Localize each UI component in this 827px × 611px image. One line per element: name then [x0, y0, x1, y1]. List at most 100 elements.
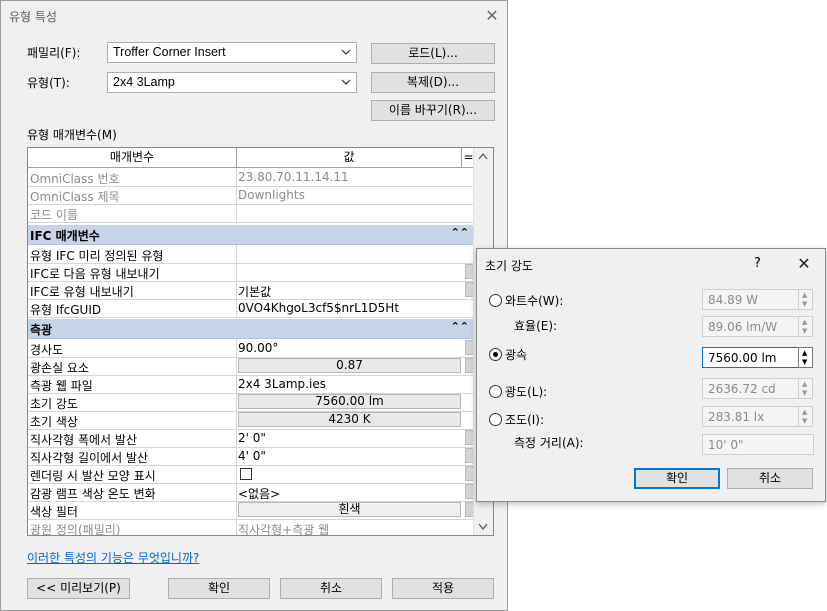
close-icon[interactable]: ✕ [793, 254, 815, 274]
efficacy-value: 89.06 lm/W [708, 320, 778, 334]
table-row[interactable]: 초기 색상 4230 K [28, 411, 475, 430]
dialog-title: 유형 특성 [9, 10, 57, 24]
parameters-table: 매개변수 값 = OmniClass 번호 23.80.70.11.14.11 … [27, 147, 494, 536]
efficacy-field: 89.06 lm/W [702, 316, 799, 337]
intensity-label: 광도(L): [505, 385, 548, 399]
param-name: OmniClass 번호 [30, 172, 120, 186]
duplicate-button[interactable]: 복제(D)... [371, 72, 495, 93]
table-row[interactable]: 측광 웹 파일 2x4 3Lamp.ies [28, 375, 475, 394]
param-name: 광손실 요소 [30, 361, 90, 375]
scroll-up-icon[interactable] [478, 152, 488, 160]
table-row[interactable]: OmniClass 제목 Downlights [28, 186, 475, 205]
type-label: 유형(T): [27, 76, 70, 90]
param-name: 유형 IfcGUID [30, 303, 102, 317]
param-name: 광원 정의(패밀리) [30, 523, 121, 536]
initial-color-button[interactable]: 4230 K [238, 412, 461, 427]
close-icon[interactable]: ✕ [481, 6, 503, 26]
table-row[interactable]: 광손실 요소 0.87 [28, 357, 475, 376]
initial-intensity-button[interactable]: 7560.00 lm [238, 394, 461, 409]
cancel-button[interactable]: 취소 [280, 578, 382, 599]
param-value: Downlights [238, 188, 305, 202]
param-name: 초기 색상 [30, 415, 78, 429]
show-shape-checkbox[interactable] [240, 468, 252, 480]
param-name: 색상 필터 [30, 505, 78, 519]
efficacy-spinner: ▲ ▼ [798, 316, 813, 337]
header-value[interactable]: 값 [237, 148, 462, 168]
param-name: IFC로 다음 유형 내보내기 [30, 267, 160, 281]
load-button[interactable]: 로드(L)... [371, 43, 495, 64]
table-row[interactable]: 유형 IFC 미리 정의된 유형 [28, 245, 475, 264]
light-loss-factor-button[interactable]: 0.87 [238, 358, 461, 373]
table-row[interactable]: 초기 강도 7560.00 lm [28, 393, 475, 412]
group-title: 측광 [30, 323, 53, 337]
param-name: 초기 강도 [30, 397, 78, 411]
family-label: 패밀리(F): [27, 46, 81, 60]
group-header-ifc[interactable]: IFC 매개변수 ⌃⌃ [28, 225, 475, 245]
illuminance-radio[interactable] [489, 413, 502, 426]
group-header-photometric[interactable]: 측광 ⌃⌃ [28, 319, 475, 339]
type-dropdown[interactable]: 2x4 3Lamp [107, 72, 357, 93]
cancel-button[interactable]: 취소 [727, 468, 813, 489]
distance-value: 10' 0" [708, 438, 744, 452]
flux-input[interactable]: 7560.00 lm [702, 347, 799, 368]
table-row[interactable]: 유형 IfcGUID 0VO4KhgoL3cf5$nrL1D5Ht [28, 299, 475, 318]
header-parameter[interactable]: 매개변수 [28, 148, 237, 168]
param-name: 유형 IFC 미리 정의된 유형 [30, 249, 164, 263]
type-value: 2x4 3Lamp [113, 75, 175, 89]
apply-button[interactable]: 적용 [392, 578, 494, 599]
param-value: 90.00° [238, 341, 279, 355]
dialog-title: 초기 강도 [485, 259, 533, 273]
table-row[interactable]: IFC로 다음 유형 내보내기 [28, 263, 475, 282]
distance-field: 10' 0" [702, 434, 814, 455]
wattage-radio[interactable] [489, 294, 502, 307]
intensity-value: 2636.72 cd [708, 382, 776, 396]
illuminance-value: 283.81 lx [708, 410, 765, 424]
color-filter-button[interactable]: 흰색 [238, 502, 461, 517]
param-name: 코드 이름 [30, 208, 78, 222]
preview-button[interactable]: << 미리보기(P) [27, 578, 130, 599]
intensity-radio[interactable] [489, 385, 502, 398]
illuminance-spinner: ▲ ▼ [798, 406, 813, 427]
scroll-down-icon[interactable] [478, 523, 488, 531]
param-name: IFC로 유형 내보내기 [30, 285, 134, 299]
collapse-icon[interactable]: ⌃⌃ [451, 226, 469, 239]
table-row[interactable]: 렌더링 시 발산 모양 표시 [28, 465, 475, 484]
ok-button[interactable]: 확인 [634, 468, 720, 489]
flux-value: 7560.00 lm [708, 351, 777, 365]
table-row[interactable]: 코드 이름 [28, 204, 475, 223]
type-properties-dialog: 유형 특성 ✕ 패밀리(F): Troffer Corner Insert 로드… [0, 0, 508, 611]
family-value: Troffer Corner Insert [113, 45, 226, 59]
param-name: 렌더링 시 발산 모양 표시 [30, 469, 156, 483]
param-name: 감광 램프 색상 온도 변화 [30, 487, 156, 501]
wattage-value: 84.89 W [708, 293, 759, 307]
help-icon[interactable]: ? [754, 256, 761, 271]
param-value: 2x4 3Lamp.ies [238, 377, 326, 391]
ok-button[interactable]: 확인 [168, 578, 270, 599]
table-row[interactable]: 감광 램프 색상 온도 변화 <없음> [28, 483, 475, 502]
param-value: 4' 0" [238, 449, 266, 463]
table-row[interactable]: 직사각형 길이에서 발산 4' 0" [28, 447, 475, 466]
rename-button[interactable]: 이름 바꾸기(R)... [371, 100, 495, 121]
flux-radio[interactable] [489, 348, 502, 361]
group-title: IFC 매개변수 [30, 229, 100, 243]
wattage-field: 84.89 W [702, 289, 799, 310]
param-name: 경사도 [30, 343, 64, 357]
help-link[interactable]: 이러한 특성의 기능은 무엇입니까? [27, 549, 199, 566]
type-parameters-label: 유형 매개변수(M) [27, 128, 117, 142]
table-row[interactable]: 색상 필터 흰색 [28, 501, 475, 520]
flux-label: 광속 [505, 348, 528, 362]
family-dropdown[interactable]: Troffer Corner Insert [107, 42, 357, 63]
intensity-spinner: ▲ ▼ [798, 378, 813, 399]
flux-spinner[interactable]: ▲ ▼ [798, 347, 813, 368]
param-value: 2' 0" [238, 431, 266, 445]
table-row[interactable]: 광원 정의(패밀리) 직사각형+측광 웹 [28, 519, 475, 536]
collapse-icon[interactable]: ⌃⌃ [451, 320, 469, 333]
wattage-label: 와트수(W): [505, 294, 564, 308]
illuminance-field: 283.81 lx [702, 406, 799, 427]
initial-intensity-dialog: 초기 강도 ? ✕ 와트수(W): 84.89 W ▲ ▼ 효율(E): 89.0… [476, 248, 826, 502]
table-row[interactable]: OmniClass 번호 23.80.70.11.14.11 [28, 168, 475, 187]
table-row[interactable]: 직사각형 폭에서 발산 2' 0" [28, 429, 475, 448]
table-row[interactable]: 경사도 90.00° [28, 339, 475, 358]
table-row[interactable]: IFC로 유형 내보내기 기본값 [28, 281, 475, 300]
intensity-field: 2636.72 cd [702, 378, 799, 399]
